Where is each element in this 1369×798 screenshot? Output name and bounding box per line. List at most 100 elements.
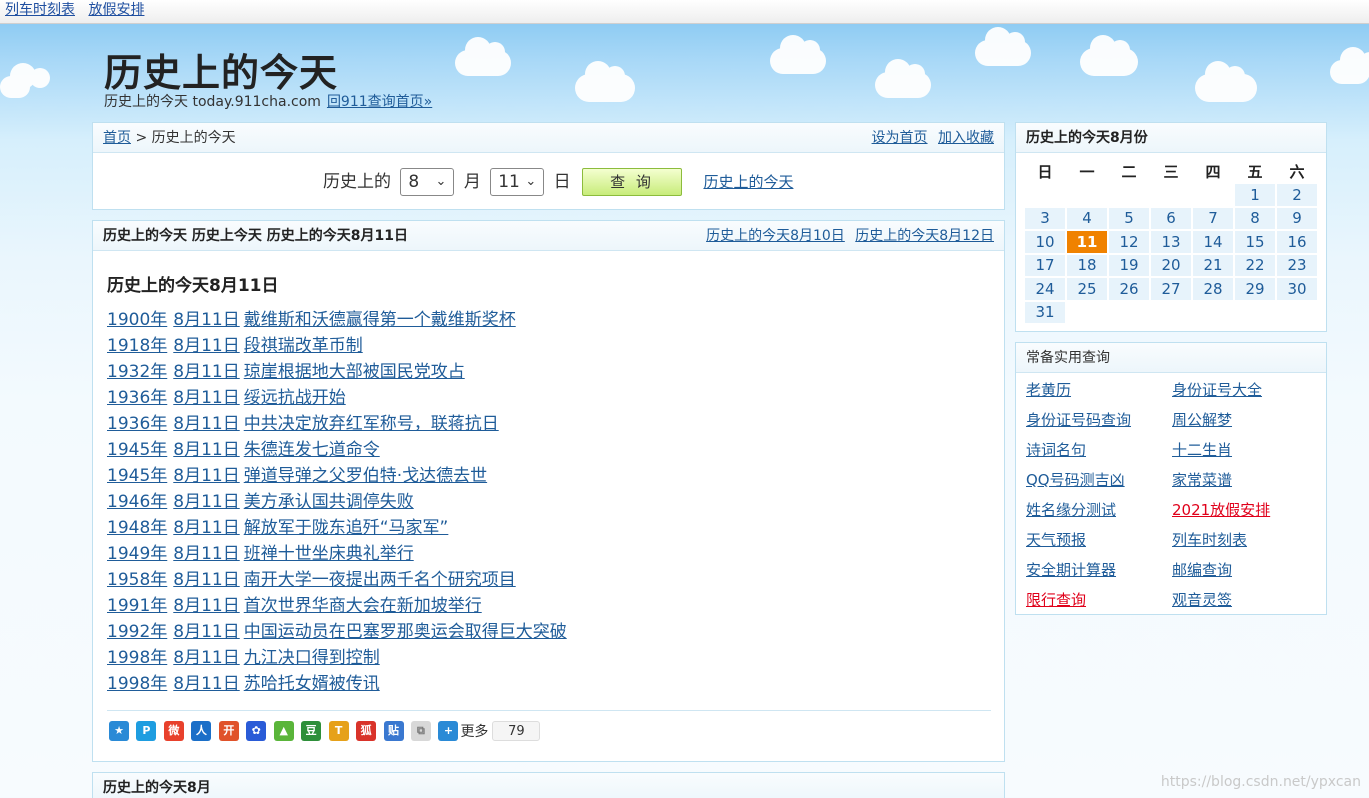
calendar-day[interactable]: 18 — [1066, 253, 1108, 277]
tool-link[interactable]: 姓名缘分测试 — [1026, 499, 1172, 529]
day-select[interactable]: 11 ⌄ — [490, 168, 545, 196]
event-date-link[interactable]: 8月11日 — [173, 544, 239, 564]
home-link[interactable]: 回911查询首页» — [327, 94, 432, 110]
event-year-link[interactable]: 1936年 — [107, 414, 167, 434]
event-text-link[interactable]: 南开大学一夜提出两千名个研究项目 — [244, 570, 516, 590]
calendar-day[interactable]: 15 — [1234, 230, 1276, 254]
event-year-link[interactable]: 1958年 — [107, 570, 167, 590]
event-year-link[interactable]: 1991年 — [107, 596, 167, 616]
set-home-link[interactable]: 设为首页 — [872, 130, 928, 146]
event-year-link[interactable]: 1949年 — [107, 544, 167, 564]
douban-share-icon[interactable]: 豆 — [301, 721, 322, 741]
event-year-link[interactable]: 1900年 — [107, 310, 167, 330]
event-text-link[interactable]: 朱德连发七道命令 — [244, 440, 380, 460]
calendar-day[interactable]: 13 — [1150, 230, 1192, 254]
event-text-link[interactable]: 首次世界华商大会在新加坡举行 — [244, 596, 482, 616]
event-date-link[interactable]: 8月11日 — [173, 674, 239, 694]
tieba-share-icon[interactable]: ▲ — [273, 721, 294, 741]
renren-share-icon[interactable]: 人 — [191, 721, 212, 741]
tool-link[interactable]: 邮编查询 — [1172, 559, 1318, 589]
calendar-day[interactable]: 20 — [1150, 253, 1192, 277]
calendar-day[interactable]: 25 — [1066, 277, 1108, 301]
tianya-share-icon[interactable]: T — [328, 721, 349, 741]
query-button[interactable]: 查 询 — [582, 168, 683, 196]
event-year-link[interactable]: 1945年 — [107, 466, 167, 486]
breadcrumb-home[interactable]: 首页 — [103, 130, 131, 146]
event-date-link[interactable]: 8月11日 — [173, 310, 239, 330]
add-favorite-link[interactable]: 加入收藏 — [938, 130, 994, 146]
calendar-day[interactable]: 17 — [1024, 253, 1066, 277]
event-date-link[interactable]: 8月11日 — [173, 648, 239, 668]
calendar-day[interactable]: 23 — [1276, 253, 1318, 277]
tool-link[interactable]: QQ号码测吉凶 — [1026, 469, 1172, 499]
topbar-link-train[interactable]: 列车时刻表 — [5, 2, 75, 18]
calendar-day[interactable]: 3 — [1024, 206, 1066, 230]
tool-link[interactable]: 家常菜谱 — [1172, 469, 1318, 499]
calendar-day[interactable]: 16 — [1276, 230, 1318, 254]
calendar-day[interactable]: 31 — [1024, 300, 1066, 324]
event-text-link[interactable]: 戴维斯和沃德赢得第一个戴维斯奖杯 — [244, 310, 516, 330]
sina-weibo-share-icon[interactable]: 微 — [163, 721, 184, 741]
event-text-link[interactable]: 绥远抗战开始 — [244, 388, 346, 408]
tool-link[interactable]: 天气预报 — [1026, 529, 1172, 559]
event-year-link[interactable]: 1948年 — [107, 518, 167, 538]
topbar-link-holiday[interactable]: 放假安排 — [88, 2, 144, 18]
event-text-link[interactable]: 中国运动员在巴塞罗那奥运会取得巨大突破 — [244, 622, 567, 642]
event-text-link[interactable]: 琼崖根据地大部被国民党攻占 — [244, 362, 465, 382]
event-text-link[interactable]: 段祺瑞改革币制 — [244, 336, 363, 356]
event-date-link[interactable]: 8月11日 — [173, 466, 239, 486]
calendar-day[interactable]: 9 — [1276, 206, 1318, 230]
event-date-link[interactable]: 8月11日 — [173, 414, 239, 434]
calendar-day-today[interactable]: 11 — [1066, 230, 1108, 254]
event-year-link[interactable]: 1936年 — [107, 388, 167, 408]
calendar-day[interactable]: 4 — [1066, 206, 1108, 230]
event-text-link[interactable]: 解放军于陇东追歼“马家军” — [244, 518, 449, 538]
event-date-link[interactable]: 8月11日 — [173, 570, 239, 590]
event-date-link[interactable]: 8月11日 — [173, 596, 239, 616]
event-date-link[interactable]: 8月11日 — [173, 336, 239, 356]
event-text-link[interactable]: 中共决定放弃红军称号，联蒋抗日 — [244, 414, 499, 434]
kaixin-share-icon[interactable]: 开 — [218, 721, 239, 741]
event-year-link[interactable]: 1932年 — [107, 362, 167, 382]
next-day-link[interactable]: 历史上的今天8月12日 — [855, 228, 994, 244]
calendar-day[interactable]: 8 — [1234, 206, 1276, 230]
event-year-link[interactable]: 1998年 — [107, 674, 167, 694]
tool-link[interactable]: 周公解梦 — [1172, 409, 1318, 439]
tool-link[interactable]: 列车时刻表 — [1172, 529, 1318, 559]
calendar-day[interactable]: 5 — [1108, 206, 1150, 230]
qq-weibo-share-icon[interactable]: P — [136, 721, 157, 741]
calendar-day[interactable]: 12 — [1108, 230, 1150, 254]
event-year-link[interactable]: 1946年 — [107, 492, 167, 512]
event-text-link[interactable]: 苏哈托女婿被传讯 — [244, 674, 380, 694]
month-select[interactable]: 8 ⌄ — [400, 168, 455, 196]
tool-link[interactable]: 安全期计算器 — [1026, 559, 1172, 589]
tool-link[interactable]: 十二生肖 — [1172, 439, 1318, 469]
qzone-share-icon[interactable]: ★ — [109, 721, 129, 741]
event-date-link[interactable]: 8月11日 — [173, 362, 239, 382]
tool-link[interactable]: 限行查询 — [1026, 589, 1172, 619]
event-date-link[interactable]: 8月11日 — [173, 440, 239, 460]
tieba-post-share-icon[interactable]: 贴 — [383, 721, 404, 741]
tool-link[interactable]: 身份证号大全 — [1172, 379, 1318, 409]
event-text-link[interactable]: 弹道导弹之父罗伯特·戈达德去世 — [244, 466, 487, 486]
calendar-day[interactable]: 19 — [1108, 253, 1150, 277]
event-year-link[interactable]: 1992年 — [107, 622, 167, 642]
event-text-link[interactable]: 美方承认国共调停失败 — [244, 492, 414, 512]
calendar-day[interactable]: 21 — [1192, 253, 1234, 277]
event-date-link[interactable]: 8月11日 — [173, 492, 239, 512]
share-more-label[interactable]: 更多 — [460, 724, 488, 740]
calendar-day[interactable]: 26 — [1108, 277, 1150, 301]
event-text-link[interactable]: 班禅十世坐床典礼举行 — [244, 544, 414, 564]
calendar-day[interactable]: 7 — [1192, 206, 1234, 230]
calendar-day[interactable]: 28 — [1192, 277, 1234, 301]
event-year-link[interactable]: 1918年 — [107, 336, 167, 356]
tool-link[interactable]: 观音灵签 — [1172, 589, 1318, 619]
copy-share-icon[interactable]: ⧉ — [410, 721, 431, 741]
calendar-day[interactable]: 29 — [1234, 277, 1276, 301]
event-date-link[interactable]: 8月11日 — [173, 388, 239, 408]
tool-link[interactable]: 2021放假安排 — [1172, 499, 1318, 529]
calendar-day[interactable]: 30 — [1276, 277, 1318, 301]
event-year-link[interactable]: 1945年 — [107, 440, 167, 460]
calendar-day[interactable]: 1 — [1234, 183, 1276, 207]
plus-icon[interactable]: + — [438, 721, 459, 741]
